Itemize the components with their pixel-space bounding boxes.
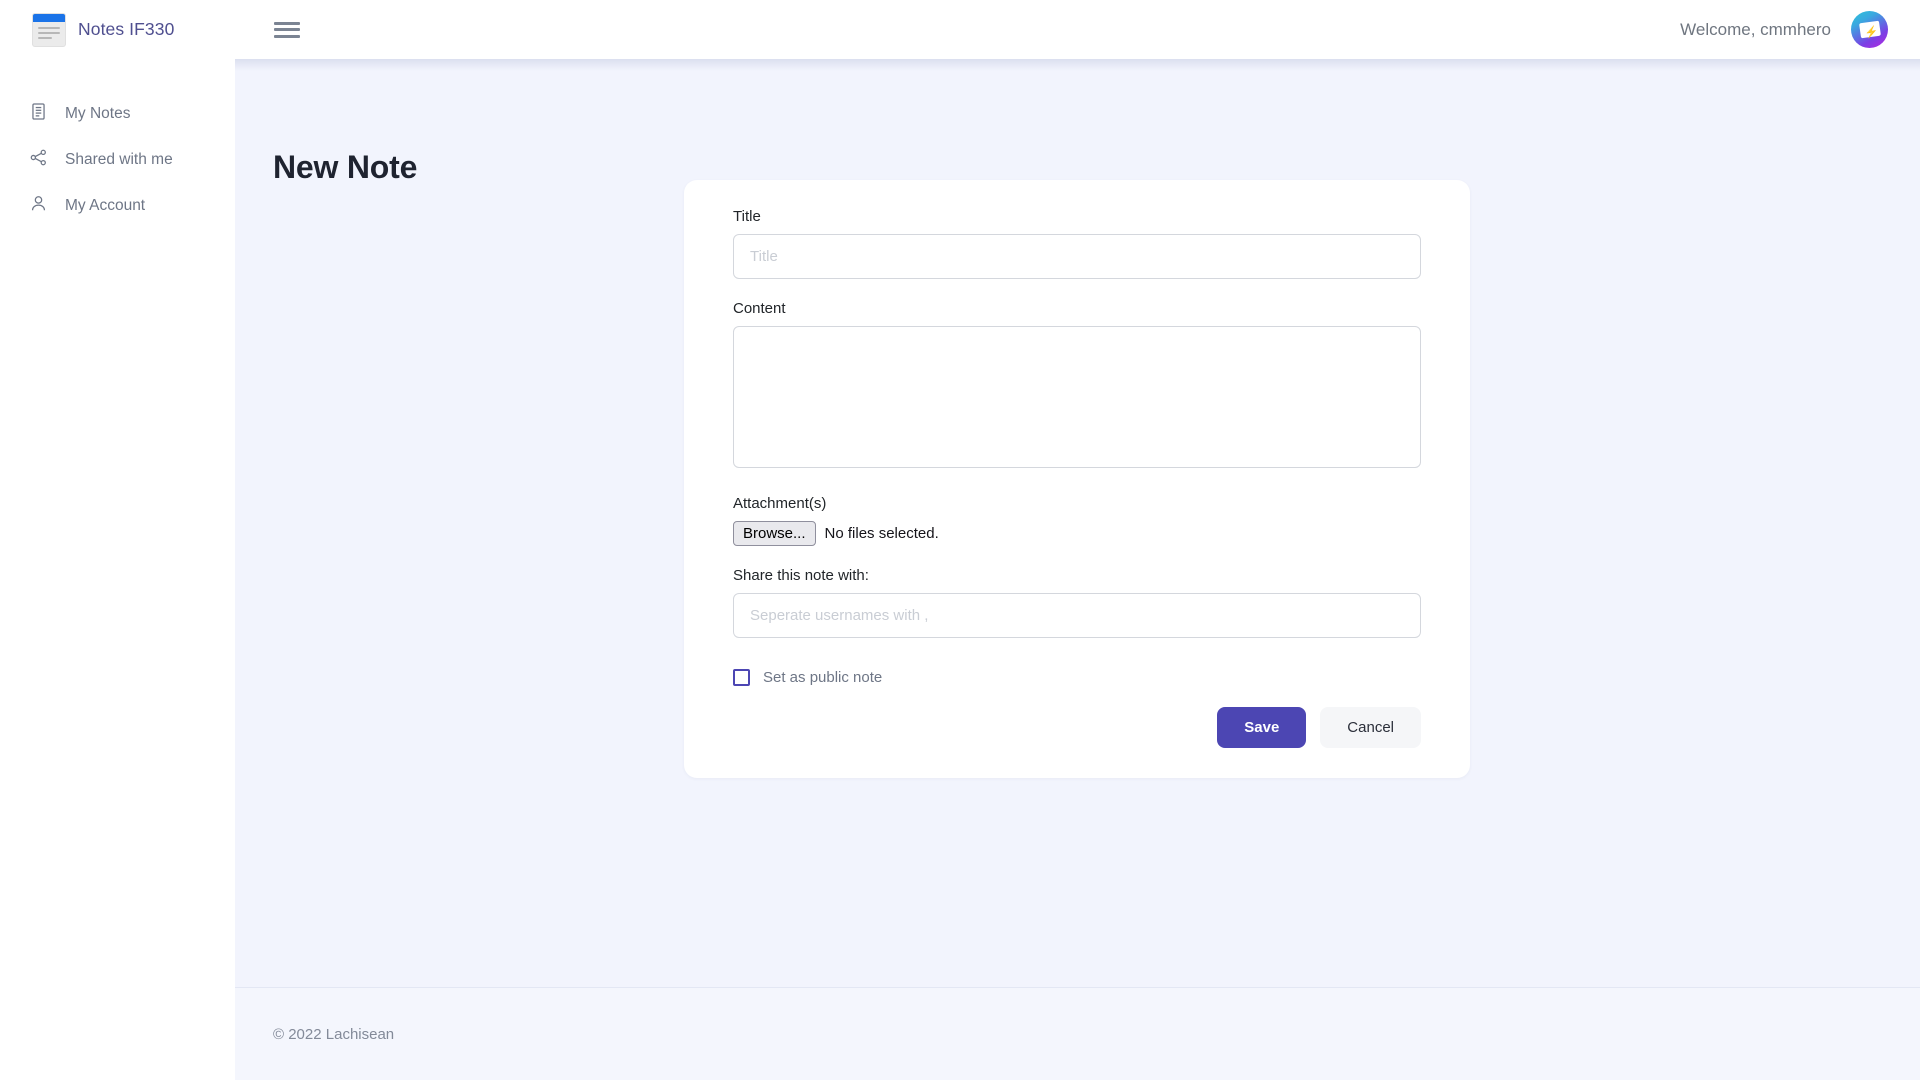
cancel-button[interactable]: Cancel: [1320, 707, 1421, 748]
header-shadow: [235, 59, 1920, 71]
sidebar-item-label: Shared with me: [65, 151, 173, 168]
file-input-row[interactable]: Browse... No files selected.: [733, 521, 1421, 546]
new-note-form-card: Title Content Attachment(s) Browse... No…: [684, 180, 1470, 778]
share-usernames-input[interactable]: [733, 593, 1421, 638]
document-logo-icon: [33, 13, 65, 46]
sidebar-item-my-account[interactable]: My Account: [0, 183, 235, 229]
title-label: Title: [733, 208, 761, 225]
page-title: New Note: [273, 149, 418, 185]
title-input[interactable]: [733, 234, 1421, 279]
attachments-field-group: Attachment(s) Browse... No files selecte…: [733, 495, 1421, 546]
public-note-checkbox[interactable]: [733, 669, 750, 686]
share-nodes-icon: [29, 148, 48, 172]
user-person-icon: [29, 194, 48, 218]
footer: © 2022 Lachisean: [235, 987, 1920, 1080]
navbar-right-group: Welcome, cmmhero ⚡: [1680, 11, 1888, 48]
browse-button[interactable]: Browse...: [733, 521, 816, 546]
share-label: Share this note with:: [733, 567, 869, 584]
content-label: Content: [733, 300, 786, 317]
brand-link[interactable]: Notes IF330: [33, 13, 175, 46]
top-navbar: Notes IF330 Welcome, cmmhero ⚡: [0, 0, 1920, 59]
welcome-text: Welcome, cmmhero: [1680, 19, 1831, 39]
copyright-text: © 2022 Lachisean: [273, 1025, 395, 1043]
sidebar-item-my-notes[interactable]: My Notes: [0, 91, 235, 137]
save-button[interactable]: Save: [1217, 707, 1307, 748]
main-content: New Note Title Content Attachment(s) Bro…: [235, 59, 1920, 1080]
content-textarea[interactable]: [733, 326, 1421, 468]
public-note-row[interactable]: Set as public note: [733, 669, 1421, 686]
notes-document-icon: [29, 102, 48, 126]
sidebar-item-label: My Account: [65, 197, 146, 214]
hamburger-menu-icon[interactable]: [274, 20, 301, 40]
sidebar-item-label: My Notes: [65, 105, 131, 122]
attachments-label: Attachment(s): [733, 495, 827, 512]
form-actions: Save Cancel: [733, 707, 1421, 748]
title-field-group: Title: [733, 208, 1421, 279]
user-avatar-icon[interactable]: ⚡: [1851, 11, 1888, 48]
file-status-text: No files selected.: [824, 525, 939, 542]
content-field-group: Content: [733, 300, 1421, 473]
sidebar-item-shared-with-me[interactable]: Shared with me: [0, 137, 235, 183]
public-note-label: Set as public note: [763, 669, 883, 686]
share-field-group: Share this note with:: [733, 567, 1421, 638]
brand-name: Notes IF330: [78, 19, 175, 39]
sidebar: My Notes Shared with me My Account: [0, 59, 235, 1080]
